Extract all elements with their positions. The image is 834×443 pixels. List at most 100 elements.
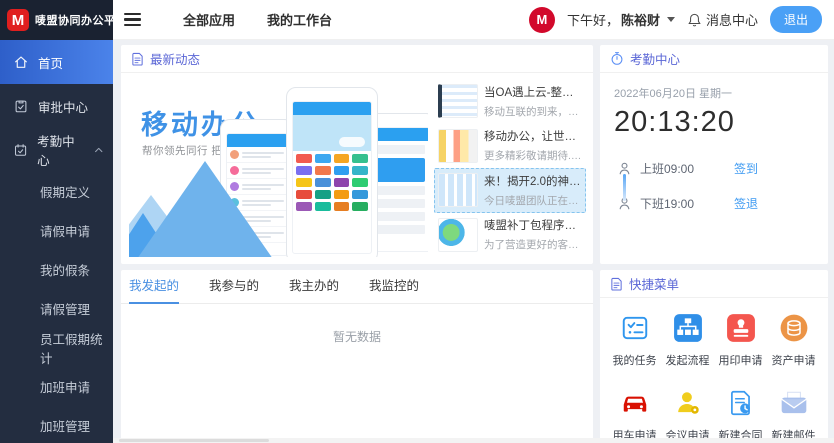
app-logo: M xyxy=(7,9,29,31)
checkout-time-label: 下班19:00 xyxy=(640,195,718,212)
stamp-icon xyxy=(726,313,756,343)
news-item[interactable]: 唛盟补丁包程序更新 为了营造更好的客户体验，唛 xyxy=(434,213,586,258)
top-bar-main: 全部应用 我的工作台 M 下午好，陈裕财 消息中心 退出 xyxy=(113,0,834,40)
quick-item-my-tasks[interactable]: 我的任务 xyxy=(608,313,661,368)
news-text: 来！揭开2.0的神秘面纱- 今日唛盟团队正在加班加点， xyxy=(484,173,582,208)
quick-menu-card: 快捷菜单 我的任务 发起流程 用印申请 xyxy=(600,270,828,443)
brand: M 唛盟协同办公平台 xyxy=(0,0,113,40)
attendance-date: 2022年06月20日 星期一 xyxy=(614,85,814,101)
sidebar-item-home[interactable]: 首页 xyxy=(0,40,113,84)
app-window: M 唛盟协同办公平台 全部应用 我的工作台 M 下午好，陈裕财 消息中心 退出 xyxy=(0,0,834,443)
empty-state-text: 暂无数据 xyxy=(121,328,593,345)
sidebar-subitem-leave-request[interactable]: 请假申请 xyxy=(0,211,113,250)
avatar-letter: M xyxy=(537,12,548,27)
mountain-shape xyxy=(137,161,273,257)
message-center[interactable]: 消息中心 xyxy=(687,10,758,29)
tasks-tab-bar: 我发起的 我参与的 我主办的 我监控的 xyxy=(121,270,593,304)
sidebar-subitem-holiday-definition[interactable]: 假期定义 xyxy=(0,172,113,211)
flow-icon xyxy=(673,313,703,343)
quick-item-new-mail[interactable]: 新建邮件 xyxy=(767,388,820,443)
phone-app-grid xyxy=(293,151,371,214)
tab-hosted-by-me[interactable]: 我主办的 xyxy=(289,270,339,304)
tab-participated-by-me[interactable]: 我参与的 xyxy=(209,270,259,304)
logout-button[interactable]: 退出 xyxy=(770,6,822,33)
news-text: 唛盟补丁包程序更新 为了营造更好的客户体验，唛 xyxy=(484,217,582,252)
news-thumbnail xyxy=(438,218,478,252)
chevron-up-icon xyxy=(94,146,103,154)
quick-item-vehicle-request[interactable]: 用车申请 xyxy=(608,388,661,443)
attendance-row-checkout: 下班19:00 签退 xyxy=(614,188,814,218)
sidebar-item-label: 审批中心 xyxy=(38,97,88,116)
news-banner[interactable]: 移动办公 帮你领先同行 把工作带出办公室 xyxy=(129,79,428,257)
news-item[interactable]: 当OA遇上云-整个协同OA 移动互联的到来，让OA与云 xyxy=(434,79,586,124)
news-item-selected[interactable]: 来！揭开2.0的神秘面纱- 今日唛盟团队正在加班加点， xyxy=(434,168,586,213)
quick-item-start-flow[interactable]: 发起流程 xyxy=(661,313,714,368)
scrollbar-thumb[interactable] xyxy=(119,439,269,442)
sidebar-item-approval-center[interactable]: 审批中心 xyxy=(0,84,113,128)
latest-news-title: 最新动态 xyxy=(150,49,200,68)
chevron-down-icon xyxy=(667,17,675,22)
sidebar-subitem-leave-management[interactable]: 请假管理 xyxy=(0,289,113,328)
document-icon xyxy=(131,52,144,66)
news-thumbnail xyxy=(438,129,478,163)
sidebar-subitem-overtime-request[interactable]: 加班申请 xyxy=(0,367,113,406)
top-nav: 全部应用 我的工作台 xyxy=(183,10,332,29)
attendance-body: 2022年06月20日 星期一 20:13:20 上班09:00 签到 下班19… xyxy=(600,73,828,218)
sidebar-item-attendance-center[interactable]: 考勤中心 xyxy=(0,128,113,172)
user-menu[interactable]: 下午好，陈裕财 xyxy=(567,10,675,29)
top-bar-right: M 下午好，陈裕财 消息中心 退出 xyxy=(529,6,834,33)
quick-item-asset-request[interactable]: 资产申请 xyxy=(767,313,820,368)
news-subtitle: 为了营造更好的客户体验，唛 xyxy=(484,237,582,252)
menu-collapse-icon[interactable] xyxy=(124,13,141,27)
quick-item-new-contract[interactable]: 新建合同 xyxy=(714,388,767,443)
quick-item-label: 资产申请 xyxy=(767,352,820,368)
left-column: 最新动态 移动办公 帮你领先同行 把工作带出办公室 xyxy=(121,45,593,443)
news-text: 当OA遇上云-整个协同OA 移动互联的到来，让OA与云 xyxy=(484,84,582,119)
news-item[interactable]: 移动办公，让世界触手可 更多精彩敬请期待....... xyxy=(434,124,586,169)
content-area: 最新动态 移动办公 帮你领先同行 把工作带出办公室 xyxy=(113,40,834,443)
news-title: 唛盟补丁包程序更新 xyxy=(484,217,582,233)
sidebar-subitem-overtime-management[interactable]: 加班管理 xyxy=(0,406,113,443)
news-thumbnail xyxy=(438,173,478,207)
quick-item-label: 用印申请 xyxy=(714,352,767,368)
news-subtitle: 移动互联的到来，让OA与云 xyxy=(484,104,582,119)
attendance-clock: 20:13:20 xyxy=(614,106,814,139)
news-list: 当OA遇上云-整个协同OA 移动互联的到来，让OA与云 移动办公，让世界触手可 … xyxy=(434,79,586,257)
nav-my-workspace[interactable]: 我的工作台 xyxy=(267,10,332,29)
approval-icon xyxy=(13,98,29,114)
checkout-link[interactable]: 签退 xyxy=(734,195,758,212)
mail-icon xyxy=(779,388,809,418)
document-icon xyxy=(610,277,623,291)
news-title: 移动办公，让世界触手可 xyxy=(484,128,582,144)
attendance-header: 考勤中心 xyxy=(600,45,828,73)
quick-item-meeting-request[interactable]: 会议申请 xyxy=(661,388,714,443)
quick-menu-title: 快捷菜单 xyxy=(629,274,679,293)
horizontal-scrollbar[interactable] xyxy=(113,438,834,443)
tab-monitored-by-me[interactable]: 我监控的 xyxy=(369,270,419,304)
quick-item-seal-request[interactable]: 用印申请 xyxy=(714,313,767,368)
checkin-time-label: 上班09:00 xyxy=(640,160,718,177)
user-name: 陈裕财 xyxy=(621,10,660,29)
contract-icon xyxy=(726,388,756,418)
stopwatch-icon xyxy=(610,51,624,66)
tab-initiated-by-me[interactable]: 我发起的 xyxy=(129,270,179,304)
nav-all-apps[interactable]: 全部应用 xyxy=(183,10,235,29)
checkin-link[interactable]: 签到 xyxy=(734,160,758,177)
latest-news-body: 移动办公 帮你领先同行 把工作带出办公室 xyxy=(121,73,593,263)
news-thumbnail xyxy=(438,84,478,118)
task-list-icon xyxy=(620,313,650,343)
tasks-card: 我发起的 我参与的 我主办的 我监控的 暂无数据 xyxy=(121,270,593,443)
sidebar-subitem-my-leave-slips[interactable]: 我的假条 xyxy=(0,250,113,289)
right-column: 考勤中心 2022年06月20日 星期一 20:13:20 上班09:00 签到 xyxy=(600,45,828,443)
person-icon xyxy=(617,161,632,176)
latest-news-card: 最新动态 移动办公 帮你领先同行 把工作带出办公室 xyxy=(121,45,593,264)
attendance-card: 考勤中心 2022年06月20日 星期一 20:13:20 上班09:00 签到 xyxy=(600,45,828,264)
logo-letter: M xyxy=(12,12,25,29)
sidebar-subitem-employee-leave-stats[interactable]: 员工假期统计 xyxy=(0,328,113,367)
user-avatar[interactable]: M xyxy=(529,7,555,33)
phone-mockup-center xyxy=(286,87,378,257)
meeting-icon xyxy=(673,388,703,418)
latest-news-header: 最新动态 xyxy=(121,45,593,73)
sidebar: 首页 审批中心 考勤中心 假期定义 请假申请 我的假条 请假管理 员工假期统计 … xyxy=(0,40,113,443)
person-icon xyxy=(617,196,632,211)
